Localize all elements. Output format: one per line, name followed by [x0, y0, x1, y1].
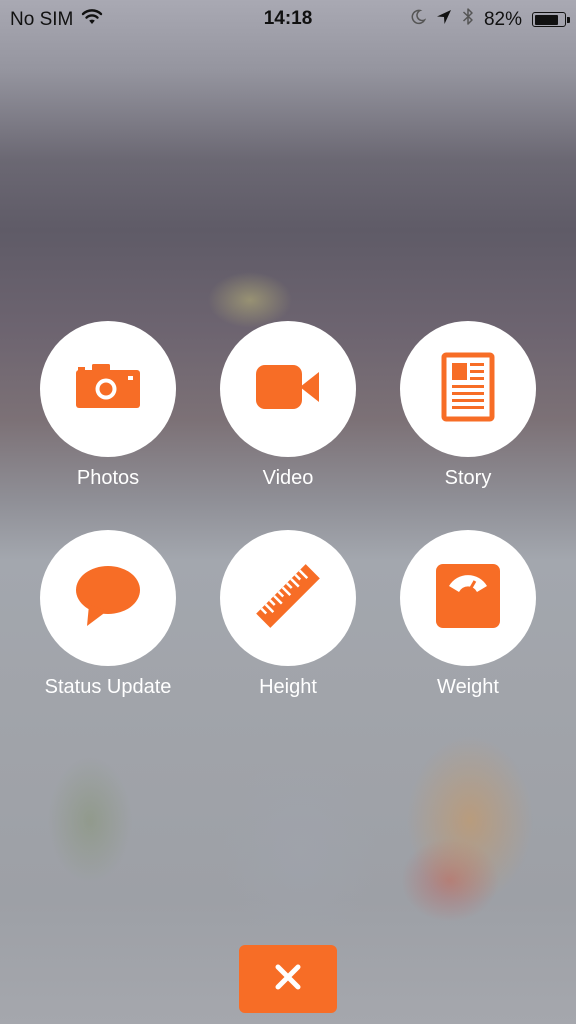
status-update-circle[interactable] — [40, 530, 176, 666]
bluetooth-icon — [462, 7, 474, 32]
story-circle[interactable] — [400, 321, 536, 457]
location-arrow-icon — [436, 9, 452, 31]
moon-icon — [410, 9, 427, 31]
close-icon — [275, 964, 301, 995]
height-label: Height — [259, 676, 317, 698]
video-camera-icon — [256, 364, 320, 415]
photos-action[interactable]: Photos — [18, 321, 198, 490]
photos-circle[interactable] — [40, 321, 176, 457]
status-right: 82% — [410, 7, 570, 32]
weight-circle[interactable] — [400, 530, 536, 666]
photos-label: Photos — [76, 467, 140, 489]
ruler-icon — [253, 561, 323, 636]
document-icon — [441, 352, 495, 427]
scale-icon — [436, 563, 500, 633]
status-update-action[interactable]: Status Update — [18, 530, 198, 699]
status-update-label: Status Update — [44, 676, 172, 698]
story-label: Story — [444, 467, 492, 489]
battery-icon — [532, 12, 570, 27]
weight-action[interactable]: Weight — [378, 530, 558, 699]
camera-icon — [76, 363, 140, 415]
speech-bubble-icon — [75, 565, 141, 632]
battery-level-fill — [534, 14, 559, 25]
battery-cap — [567, 16, 570, 23]
video-circle[interactable] — [220, 321, 356, 457]
battery-percent: 82% — [483, 8, 522, 30]
weight-label: Weight — [437, 676, 499, 698]
video-action[interactable]: Video — [198, 321, 378, 490]
height-circle[interactable] — [220, 530, 356, 666]
status-bar: No SIM 14:18 82% — [0, 0, 576, 40]
height-action[interactable]: Height — [198, 530, 378, 699]
blurred-background — [0, 0, 576, 1024]
close-button[interactable] — [239, 945, 337, 1013]
video-label: Video — [262, 467, 314, 489]
story-action[interactable]: Story — [378, 321, 558, 490]
